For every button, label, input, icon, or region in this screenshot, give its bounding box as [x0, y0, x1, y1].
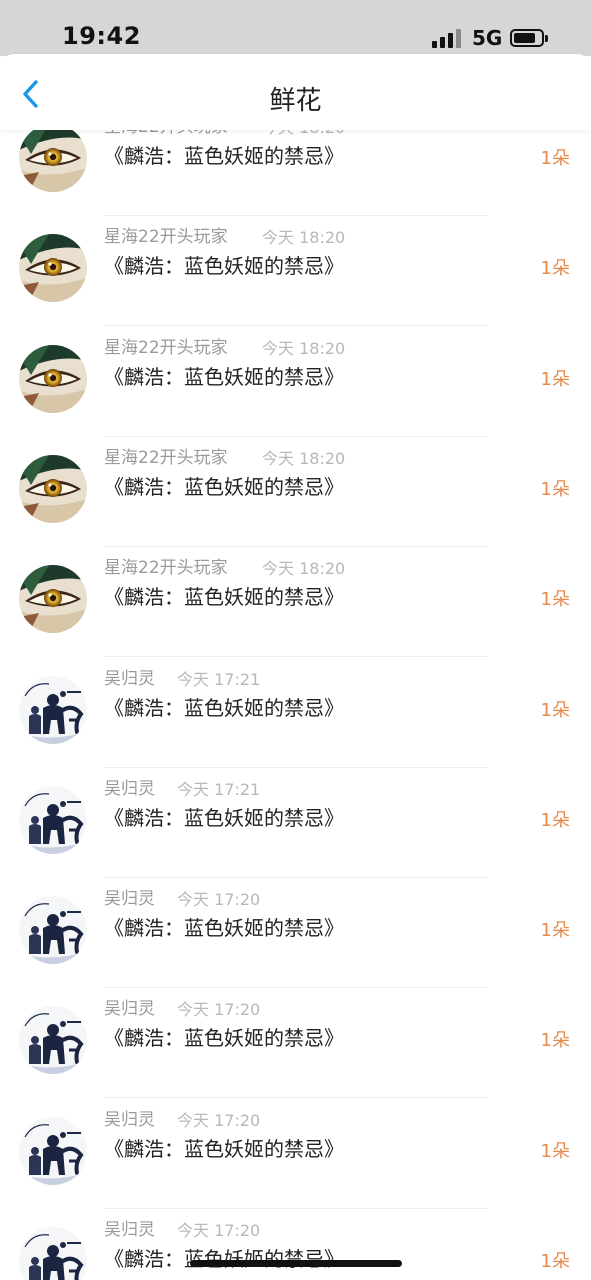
anime-eye-avatar[interactable]	[19, 454, 87, 523]
battery-icon	[510, 29, 544, 47]
list-item[interactable]: 吴归灵 今天 17:21 《麟浩：蓝色妖姬的禁忌》 1朵	[0, 658, 591, 768]
user-name[interactable]: 吴归灵	[104, 1105, 155, 1130]
status-bar: 19:42 5G	[0, 0, 591, 56]
user-name[interactable]: 星海22开头玩家	[104, 130, 228, 137]
flower-count: 1朵	[540, 1030, 570, 1052]
flower-count: 1朵	[540, 920, 570, 942]
book-title[interactable]: 《麟浩：蓝色妖姬的禁忌》	[104, 1133, 344, 1162]
user-name[interactable]: 吴归灵	[104, 884, 155, 909]
list-item[interactable]: 星海22开头玩家 今天 18:20《麟浩：蓝色妖姬的禁忌》 1朵	[0, 216, 591, 327]
list-item[interactable]: 吴归灵 今天 17:21 《麟浩：蓝色妖姬的禁忌》 1朵	[0, 768, 591, 878]
battery-cap	[545, 35, 548, 42]
flower-record-list[interactable]: 星海22开头玩家今天 18:20《麟浩：蓝色妖姬的禁忌》1朵 星海22开头玩家今…	[0, 130, 591, 1280]
list-item[interactable]: 吴归灵 今天 17:20 《麟浩：蓝色妖姬的禁忌》 1朵	[0, 1209, 591, 1280]
battery-level	[514, 33, 535, 43]
user-name[interactable]: 吴归灵	[104, 774, 155, 799]
book-title[interactable]: 《麟浩：蓝色妖姬的禁忌》	[104, 361, 344, 390]
flower-count: 1朵	[540, 589, 570, 611]
user-name[interactable]: 吴归灵	[104, 664, 155, 689]
user-name[interactable]: 吴归灵	[104, 1215, 155, 1240]
user-name[interactable]: 吴归灵	[104, 994, 155, 1019]
navigation-bar: 鲜花	[0, 54, 591, 130]
timestamp: 今天 17:20	[177, 1221, 261, 1240]
page-title: 鲜花	[269, 86, 322, 116]
flower-count: 1朵	[540, 148, 570, 169]
book-title[interactable]: 《麟浩：蓝色妖姬的禁忌》	[104, 912, 344, 941]
flower-count: 1朵	[540, 809, 570, 831]
list-item[interactable]: 吴归灵 今天 17:20 《麟浩：蓝色妖姬的禁忌》 1朵	[0, 988, 591, 1099]
timestamp: 今天 17:21	[177, 779, 261, 799]
book-title[interactable]: 《麟浩：蓝色妖姬的禁忌》	[104, 140, 344, 169]
home-indicator[interactable]	[190, 1260, 402, 1267]
book-title[interactable]: 《麟浩：蓝色妖姬的禁忌》	[104, 692, 344, 721]
timestamp: 今天 18:20	[262, 559, 346, 579]
flower-count: 1朵	[540, 258, 570, 280]
flower-count: 1朵	[540, 1140, 570, 1162]
silhouette-avatar[interactable]	[19, 1116, 87, 1185]
anime-eye-avatar[interactable]	[19, 234, 87, 303]
book-title[interactable]: 《麟浩：蓝色妖姬的禁忌》	[104, 1243, 344, 1272]
flower-count: 1朵	[540, 699, 570, 721]
silhouette-avatar[interactable]	[19, 1006, 87, 1075]
timestamp: 今天 17:21	[177, 669, 261, 689]
list-item[interactable]: 星海22开头玩家 今天 18:20 《麟浩：蓝色妖姬的禁忌》 1朵	[0, 437, 591, 547]
flower-count: 1朵	[540, 368, 570, 390]
network-type: 5G	[472, 26, 503, 50]
anime-eye-avatar[interactable]	[19, 565, 87, 634]
silhouette-avatar[interactable]	[19, 675, 87, 744]
list-item[interactable]: 星海22开头玩家 今天 18:20《麟浩：蓝色妖姬的禁忌》 1朵	[0, 547, 591, 658]
user-name[interactable]: 星海22开头玩家	[104, 553, 228, 578]
book-title[interactable]: 《麟浩：蓝色妖姬的禁忌》	[104, 581, 344, 610]
list-item[interactable]: 吴归灵 今天 17:20 《麟浩：蓝色妖姬的禁忌》 1朵	[0, 1099, 591, 1209]
flower-count: 1朵	[540, 1251, 570, 1272]
anime-eye-avatar[interactable]	[19, 344, 87, 413]
timestamp: 今天 17:20	[177, 1110, 261, 1130]
silhouette-avatar[interactable]	[19, 785, 87, 854]
list-item[interactable]: 星海22开头玩家 今天 18:20 《麟浩：蓝色妖姬的禁忌》 1朵	[0, 130, 591, 216]
silhouette-avatar[interactable]	[19, 1227, 87, 1280]
timestamp: 今天 18:20	[262, 338, 346, 358]
flower-count: 1朵	[540, 478, 570, 500]
book-title[interactable]: 《麟浩：蓝色妖姬的禁忌》	[104, 250, 344, 279]
timestamp: 今天 18:20	[262, 130, 345, 138]
anime-eye-avatar[interactable]	[19, 130, 87, 192]
timestamp: 今天 17:20	[177, 890, 261, 910]
timestamp: 今天 17:20	[177, 1000, 261, 1020]
signal-bars-icon	[432, 28, 462, 48]
book-title[interactable]: 《麟浩：蓝色妖姬的禁忌》	[104, 471, 344, 500]
user-name[interactable]: 星海22开头玩家	[104, 443, 228, 468]
list-item[interactable]: 吴归灵 今天 17:20 《麟浩：蓝色妖姬的禁忌》 1朵	[0, 878, 591, 989]
book-title[interactable]: 《麟浩：蓝色妖姬的禁忌》	[104, 802, 344, 831]
book-title[interactable]: 《麟浩：蓝色妖姬的禁忌》	[104, 1022, 344, 1051]
user-name[interactable]: 星海22开头玩家	[104, 222, 228, 247]
timestamp: 今天 18:20	[262, 228, 346, 248]
status-time: 19:42	[62, 22, 141, 50]
list-item[interactable]: 星海22开头玩家 今天 18:20 《麟浩：蓝色妖姬的禁忌》 1朵	[0, 327, 591, 437]
user-name[interactable]: 星海22开头玩家	[104, 333, 228, 358]
timestamp: 今天 18:20	[262, 448, 346, 468]
silhouette-avatar[interactable]	[19, 896, 87, 965]
